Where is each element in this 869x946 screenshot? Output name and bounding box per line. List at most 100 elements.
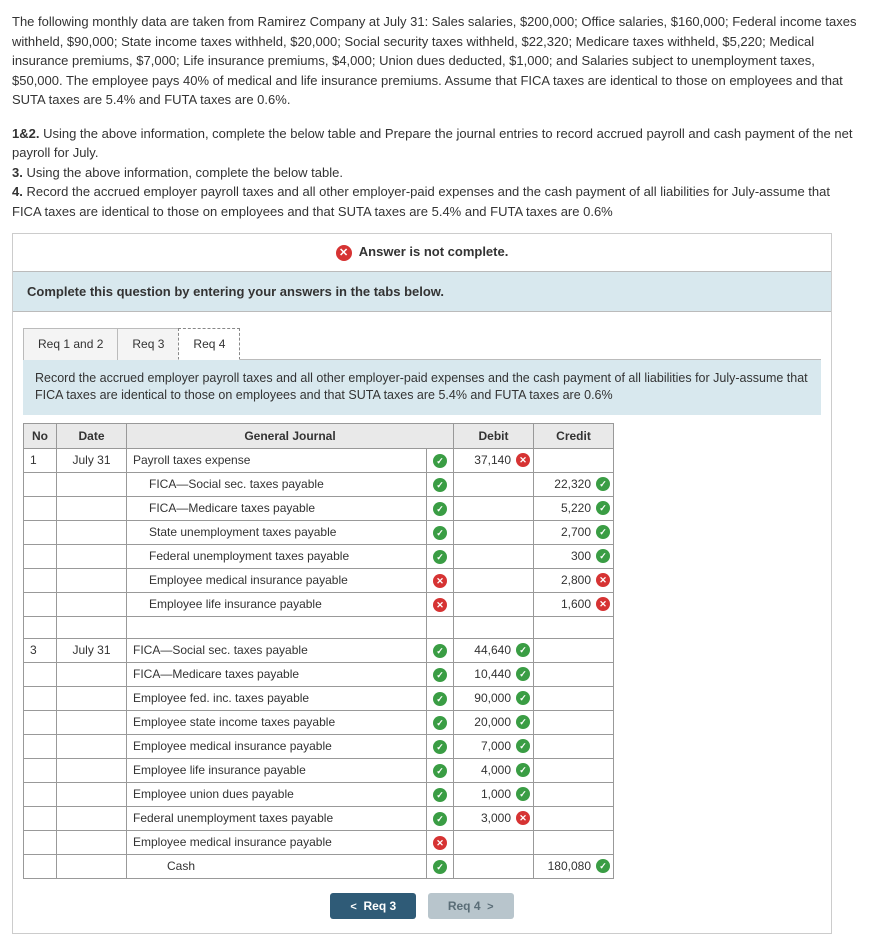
table-row: Federal unemployment taxes payable ✓300✓	[24, 544, 614, 568]
debit-cell[interactable]	[454, 568, 534, 592]
tab-req-4[interactable]: Req 4	[178, 328, 240, 360]
debit-cell[interactable]: 10,440✓	[454, 662, 534, 686]
credit-cell[interactable]	[534, 782, 614, 806]
check-icon: ✓	[516, 691, 530, 705]
credit-cell[interactable]: 2,700✓	[534, 520, 614, 544]
status-bar: ✕ Answer is not complete.	[13, 234, 831, 271]
tabs-row: Req 1 and 2 Req 3 Req 4	[23, 328, 821, 360]
credit-cell[interactable]	[534, 448, 614, 472]
credit-cell[interactable]	[534, 686, 614, 710]
prev-button[interactable]: < Req 3	[330, 893, 416, 919]
account-cell[interactable]: Federal unemployment taxes payable	[127, 806, 427, 830]
row-no: 1	[24, 448, 57, 472]
debit-cell[interactable]: 37,140✕	[454, 448, 534, 472]
debit-cell[interactable]: 90,000✓	[454, 686, 534, 710]
tab-req-3[interactable]: Req 3	[117, 328, 179, 360]
nav-buttons: < Req 3 Req 4 >	[13, 885, 831, 933]
check-icon: ✓	[516, 787, 530, 801]
tab-req-1-and-2[interactable]: Req 1 and 2	[23, 328, 118, 360]
debit-cell[interactable]: 44,640✓	[454, 638, 534, 662]
chevron-right-icon: >	[487, 901, 493, 913]
row-date	[57, 544, 127, 568]
next-button[interactable]: Req 4 >	[428, 893, 514, 919]
account-cell[interactable]: Federal unemployment taxes payable	[127, 544, 427, 568]
next-label: Req 4	[448, 899, 481, 913]
row-date	[57, 734, 127, 758]
account-cell[interactable]: Employee fed. inc. taxes payable	[127, 686, 427, 710]
x-icon: ✕	[516, 811, 530, 825]
account-mark: ✓	[427, 472, 454, 496]
x-icon: ✕	[433, 574, 447, 588]
problem-intro: The following monthly data are taken fro…	[12, 12, 857, 110]
account-cell[interactable]: FICA—Medicare taxes payable	[127, 496, 427, 520]
row-date	[57, 662, 127, 686]
check-icon: ✓	[596, 549, 610, 563]
table-row: 3July 31FICA—Social sec. taxes payable✓4…	[24, 638, 614, 662]
row-no	[24, 710, 57, 734]
debit-cell[interactable]	[454, 592, 534, 616]
debit-cell[interactable]	[454, 472, 534, 496]
credit-cell[interactable]	[534, 638, 614, 662]
credit-cell[interactable]	[534, 662, 614, 686]
task-3-text: Using the above information, complete th…	[23, 165, 343, 180]
debit-cell[interactable]	[454, 854, 534, 878]
account-cell[interactable]: Employee medical insurance payable	[127, 568, 427, 592]
check-icon: ✓	[433, 860, 447, 874]
row-no	[24, 854, 57, 878]
journal-table: No Date General Journal Debit Credit 1Ju…	[23, 423, 614, 879]
debit-cell[interactable]: 3,000✕	[454, 806, 534, 830]
check-icon: ✓	[516, 763, 530, 777]
table-row: Employee medical insurance payable✓7,000…	[24, 734, 614, 758]
debit-cell[interactable]	[454, 830, 534, 854]
account-cell[interactable]: FICA—Social sec. taxes payable	[127, 638, 427, 662]
credit-cell[interactable]: 300✓	[534, 544, 614, 568]
row-no	[24, 782, 57, 806]
debit-cell[interactable]: 1,000✓	[454, 782, 534, 806]
credit-cell[interactable]: 180,080✓	[534, 854, 614, 878]
debit-cell[interactable]: 7,000✓	[454, 734, 534, 758]
credit-cell[interactable]: 5,220✓	[534, 496, 614, 520]
credit-cell[interactable]: 1,600✕	[534, 592, 614, 616]
check-icon: ✓	[596, 525, 610, 539]
credit-cell[interactable]	[534, 806, 614, 830]
credit-cell[interactable]: 22,320✓	[534, 472, 614, 496]
account-cell[interactable]: Employee union dues payable	[127, 782, 427, 806]
account-mark: ✓	[427, 854, 454, 878]
account-cell[interactable]: Employee life insurance payable	[127, 592, 427, 616]
credit-cell[interactable]	[534, 734, 614, 758]
check-icon: ✓	[433, 692, 447, 706]
account-cell[interactable]: State unemployment taxes payable	[127, 520, 427, 544]
row-date	[57, 758, 127, 782]
account-mark: ✓	[427, 662, 454, 686]
account-cell[interactable]: FICA—Social sec. taxes payable	[127, 472, 427, 496]
table-row: Employee medical insurance payable✕	[24, 830, 614, 854]
account-mark: ✕	[427, 568, 454, 592]
row-no	[24, 686, 57, 710]
account-cell[interactable]: Cash	[127, 854, 427, 878]
debit-cell[interactable]	[454, 520, 534, 544]
answer-panel: ✕ Answer is not complete. Complete this …	[12, 233, 832, 934]
row-date	[57, 710, 127, 734]
table-row: State unemployment taxes payable ✓2,700✓	[24, 520, 614, 544]
account-cell[interactable]: Employee medical insurance payable	[127, 830, 427, 854]
credit-cell[interactable]	[534, 758, 614, 782]
row-date	[57, 496, 127, 520]
debit-cell[interactable]: 4,000✓	[454, 758, 534, 782]
x-icon: ✕	[596, 573, 610, 587]
account-mark: ✓	[427, 710, 454, 734]
row-no	[24, 662, 57, 686]
account-cell[interactable]: FICA—Medicare taxes payable	[127, 662, 427, 686]
account-cell[interactable]: Employee state income taxes payable	[127, 710, 427, 734]
account-cell[interactable]: Payroll taxes expense	[127, 448, 427, 472]
credit-cell[interactable]	[534, 710, 614, 734]
credit-cell[interactable]: 2,800✕	[534, 568, 614, 592]
row-date	[57, 592, 127, 616]
debit-cell[interactable]	[454, 496, 534, 520]
debit-cell[interactable]	[454, 544, 534, 568]
account-cell[interactable]: Employee life insurance payable	[127, 758, 427, 782]
debit-cell[interactable]: 20,000✓	[454, 710, 534, 734]
header-no: No	[24, 423, 57, 448]
table-row: FICA—Medicare taxes payable✓5,220✓	[24, 496, 614, 520]
account-cell[interactable]: Employee medical insurance payable	[127, 734, 427, 758]
credit-cell[interactable]	[534, 830, 614, 854]
